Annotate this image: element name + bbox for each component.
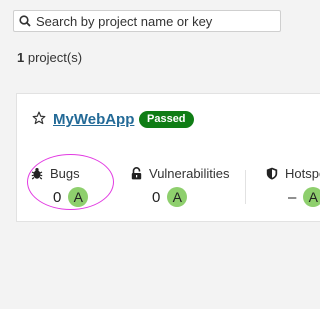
search-icon: [19, 15, 31, 27]
search-input[interactable]: [36, 13, 266, 29]
metric-vulnerabilities[interactable]: Vulnerabilities 0 A: [131, 166, 229, 207]
search-box[interactable]: [13, 10, 281, 32]
star-icon[interactable]: [32, 111, 46, 125]
project-count: 1 project(s): [17, 50, 82, 65]
metric-hotspots[interactable]: Hotspots – A: [266, 166, 320, 207]
project-count-suffix: project(s): [24, 50, 83, 65]
metric-hotspots-rating[interactable]: A: [303, 187, 320, 207]
shield-icon: [266, 167, 278, 180]
metric-vulnerabilities-label-text: Vulnerabilities: [149, 166, 230, 181]
annotation-ellipse: [27, 154, 114, 210]
metric-divider: [245, 170, 246, 204]
project-name-link[interactable]: MyWebApp: [53, 111, 134, 128]
quality-gate-badge: Passed: [139, 111, 194, 128]
metric-hotspots-label-text: Hotspots: [285, 166, 320, 181]
metric-vulnerabilities-value[interactable]: 0: [152, 189, 160, 206]
lock-icon: [131, 167, 142, 180]
metric-vulnerabilities-label: Vulnerabilities: [131, 166, 229, 181]
metric-hotspots-value[interactable]: –: [288, 189, 296, 206]
metric-vulnerabilities-rating[interactable]: A: [167, 187, 188, 207]
metric-hotspots-label: Hotspots: [266, 166, 320, 181]
